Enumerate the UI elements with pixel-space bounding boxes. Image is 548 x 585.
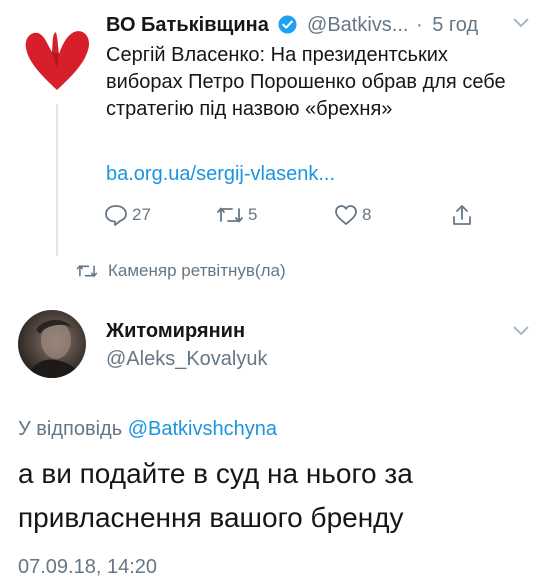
chevron-down-icon[interactable] [512,324,530,336]
avatar[interactable] [18,310,86,378]
retweet-icon [76,265,98,277]
original-tweet-text: Сергій Власенко: На президентських вибор… [106,44,506,120]
reply-author-name[interactable]: Житомирянин [106,318,245,344]
retweeted-by-notice[interactable]: Каменяр ретвітнув(ла) [76,259,286,283]
retweeted-by-text: Каменяр ретвітнув(ла) [108,261,286,280]
replying-to: У відповідь @Batkivshchyna [18,416,277,442]
verified-badge-icon [278,13,297,34]
thread-connector-line [56,104,58,256]
retweet-icon [217,207,243,223]
like-icon [335,205,357,225]
reply-tweet-text: а ви подайте в суд на нього за привласне… [18,458,413,533]
share-icon [453,205,471,225]
reply-to-handle[interactable]: @Batkivshchyna [128,418,277,440]
original-tweet-time[interactable]: 5 год [432,14,478,36]
reply-action[interactable]: 27 [104,200,151,230]
header-separator: · [416,14,423,36]
original-author-handle[interactable]: @Batkivs... [307,14,408,36]
retweet-action[interactable]: 5 [216,200,257,230]
original-tweet-header: ВО Батьківщина @Batkivs... · 5 год [106,10,526,40]
like-count: 8 [362,205,372,224]
batkivshchyna-heart-logo-icon[interactable] [22,28,92,92]
tweet-actions-bar: 27 5 8 [104,200,484,230]
reply-timestamp[interactable]: 07.09.18, 14:20 [18,554,157,580]
reply-prefix: У відповідь [18,418,123,440]
retweet-count: 5 [248,205,258,224]
original-tweet-link[interactable]: ba.org.ua/sergij-vlasenk... [106,162,335,186]
reply-count: 27 [132,205,151,224]
share-action[interactable] [450,200,474,230]
chevron-down-icon[interactable] [512,16,530,28]
like-action[interactable]: 8 [334,200,371,230]
original-author-name[interactable]: ВО Батьківщина [106,14,269,36]
reply-icon [105,205,127,226]
reply-author-handle[interactable]: @Aleks_Kovalyuk [106,346,267,372]
